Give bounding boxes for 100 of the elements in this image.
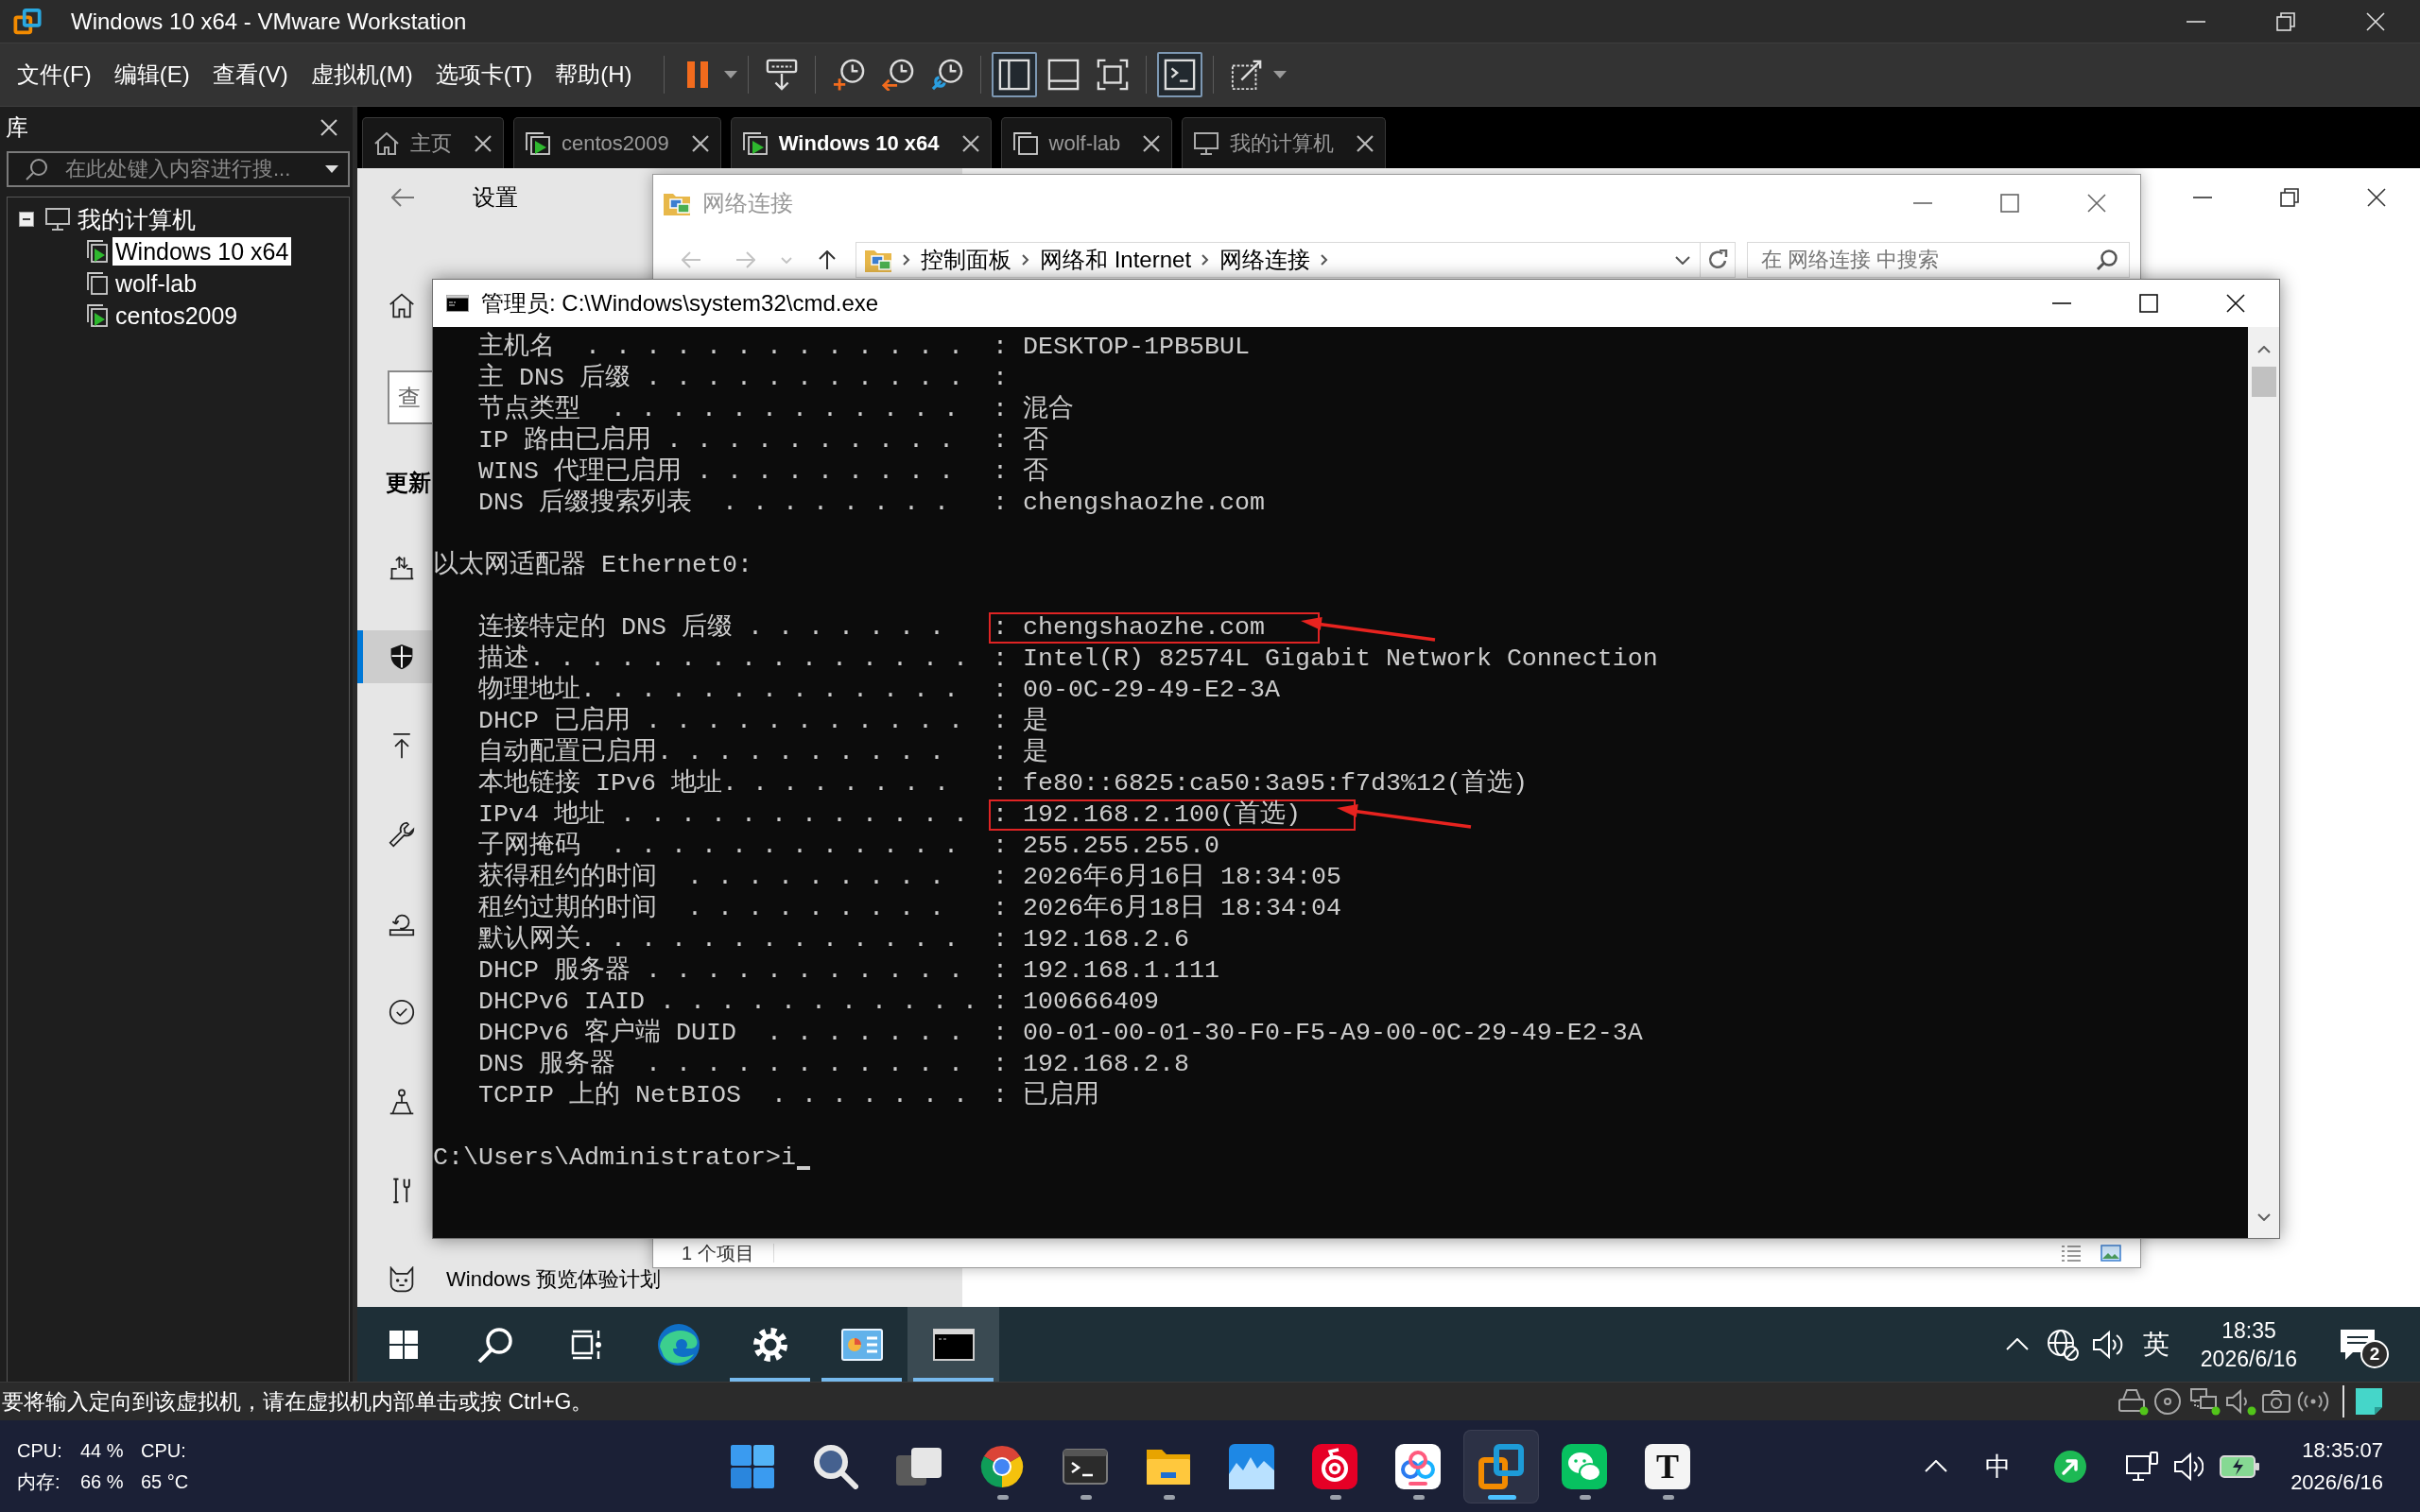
- caret-icon: [723, 71, 737, 78]
- minimize-icon: [2052, 302, 2071, 304]
- tree-item[interactable]: centos2009: [112, 301, 241, 330]
- hard-disk-icon[interactable]: [2118, 1387, 2150, 1416]
- stretch-icon: [1230, 59, 1263, 91]
- stat-label: 内存:: [17, 1469, 61, 1494]
- back-button[interactable]: [391, 188, 414, 207]
- address-bar[interactable]: 控制面板 网络和 Internet 网络连接: [856, 242, 1736, 278]
- app-logo-icon: [13, 7, 43, 36]
- dropdown-button[interactable]: [721, 71, 739, 78]
- close-button[interactable]: [320, 119, 337, 136]
- app-button[interactable]: [908, 1307, 999, 1382]
- close-icon: [691, 134, 709, 152]
- tab[interactable]: centos2009: [513, 117, 721, 168]
- app-button[interactable]: T: [1630, 1429, 1705, 1503]
- search-field[interactable]: 查: [388, 370, 432, 424]
- network-monitor-icon[interactable]: [2126, 1451, 2159, 1482]
- full-screen-icon: [1096, 59, 1129, 91]
- library-view-button[interactable]: [991, 52, 1037, 97]
- speaker-icon[interactable]: [2173, 1451, 2204, 1482]
- tab[interactable]: wolf-lab: [1000, 117, 1173, 168]
- console-value: : Intel(R) 82574L Gigabit Network Connection: [993, 644, 1658, 675]
- back-arrow-icon: [682, 251, 700, 268]
- globe-icon[interactable]: [2047, 1328, 2079, 1361]
- show-hidden-icons-button[interactable]: [1925, 1460, 1948, 1472]
- shield-icon: [389, 644, 415, 671]
- console-value: : fe80::6825:ca50:3a95:f7d3%12(首选): [993, 768, 1528, 799]
- forward-arrow-icon: [736, 251, 755, 268]
- status-message: 要将输入定向到该虚拟机，请在虚拟机内部单击或按 Ctrl+G。: [1, 1387, 594, 1416]
- close-button[interactable]: [691, 134, 709, 152]
- tree-item[interactable]: wolf-lab: [112, 269, 200, 298]
- network-icon[interactable]: [2189, 1387, 2221, 1416]
- sidebar-layout-icon: [997, 59, 1030, 91]
- menu-item[interactable]: 查看(V): [212, 60, 288, 90]
- minimize-icon: [1913, 202, 1932, 204]
- clock-plus-icon: [832, 59, 865, 91]
- tab[interactable]: Windows 10 x64: [730, 117, 992, 168]
- caret-icon[interactable]: [325, 165, 338, 173]
- window-title: Windows 10 x64 - VMware Workstation: [71, 8, 467, 35]
- close-icon: [961, 134, 979, 152]
- speaker-icon[interactable]: [2225, 1387, 2257, 1416]
- tree-item[interactable]: 我的计算机: [75, 205, 199, 233]
- collapse-icon[interactable]: [19, 212, 34, 227]
- console-value: : 255.255.255.0: [993, 831, 1219, 862]
- console-label: DHCP 已启用 . . . . . . . . . . .: [478, 706, 964, 737]
- search-field[interactable]: 在此处键入内容进行搜...: [7, 151, 350, 187]
- close-button[interactable]: [1143, 134, 1161, 152]
- nav-item[interactable]: Windows 预览体验计划: [357, 1252, 667, 1306]
- window-title: 管理员: C:\Windows\system32\cmd.exe: [481, 289, 879, 318]
- search-icon: [2096, 249, 2118, 271]
- check-circle-icon: [389, 999, 415, 1026]
- breadcrumb-item[interactable]: 控制面板: [921, 245, 1011, 275]
- home-button[interactable]: [389, 292, 415, 318]
- console-value: : DESKTOP-1PB5BUL: [993, 332, 1250, 363]
- scrollbar-thumb[interactable]: [2251, 367, 2276, 397]
- back-arrow-icon: [391, 188, 414, 207]
- person-pin-icon: [389, 1088, 415, 1115]
- console-label: 主 DNS 后缀 . . . . . . . . . . .: [478, 363, 964, 394]
- close-button[interactable]: [475, 134, 492, 152]
- app-button[interactable]: [1463, 1429, 1539, 1503]
- console-view-button[interactable]: [1156, 52, 1202, 97]
- console-value: : 100666409: [993, 987, 1159, 1018]
- menu-item[interactable]: 编辑(E): [113, 60, 190, 90]
- tab[interactable]: 我的计算机: [1182, 117, 1387, 168]
- console-label: DHCPv6 客户端 DUID . . . . . . .: [478, 1018, 964, 1049]
- speaker-icon[interactable]: [2092, 1328, 2124, 1361]
- menu-item[interactable]: 虚拟机(M): [310, 60, 413, 90]
- large-icons-view-icon[interactable]: [2100, 1245, 2121, 1262]
- details-view-icon[interactable]: [2061, 1245, 2082, 1262]
- window-title: 设置: [473, 183, 518, 212]
- clock-date: 2026/6/16: [2290, 1469, 2383, 1496]
- scrollbar[interactable]: [2248, 327, 2279, 1238]
- show-hidden-icons-button[interactable]: [2005, 1338, 2030, 1350]
- task-view-icon: [570, 1328, 603, 1361]
- close-icon: [1357, 134, 1374, 152]
- close-button[interactable]: [1357, 134, 1374, 152]
- maximize-icon: [2000, 194, 2019, 213]
- breadcrumb-item[interactable]: 网络和 Internet: [1040, 245, 1192, 275]
- input-method-button[interactable]: 英: [2139, 1326, 2173, 1363]
- battery-charging-icon[interactable]: [2220, 1454, 2260, 1478]
- tab[interactable]: 主页: [362, 117, 504, 168]
- dropdown-button[interactable]: [1270, 71, 1288, 78]
- input-method-button[interactable]: 中: [1985, 1449, 2012, 1484]
- camera-icon[interactable]: [2261, 1387, 2293, 1416]
- menu-item[interactable]: 选项卡(T): [435, 60, 533, 90]
- menu-item[interactable]: 文件(F): [17, 60, 92, 90]
- nav-item[interactable]: [357, 630, 432, 684]
- close-button[interactable]: [961, 134, 979, 152]
- pause-icon: [686, 61, 708, 88]
- search-icon: [476, 1326, 513, 1363]
- search-icon: [26, 158, 48, 180]
- console-label: DNS 服务器 . . . . . . . . . . .: [478, 1049, 964, 1080]
- tree-item[interactable]: Windows 10 x64: [112, 237, 292, 266]
- breadcrumb-item[interactable]: 网络连接: [1219, 245, 1311, 275]
- stat-value: 66 %: [80, 1469, 125, 1494]
- windows-logo-icon: [389, 1330, 418, 1359]
- menu-item[interactable]: 帮助(H): [555, 60, 632, 90]
- sticky-note-icon[interactable]: [2356, 1388, 2382, 1415]
- close-icon: [2087, 194, 2106, 213]
- status-text: 1 个项目: [682, 1242, 754, 1264]
